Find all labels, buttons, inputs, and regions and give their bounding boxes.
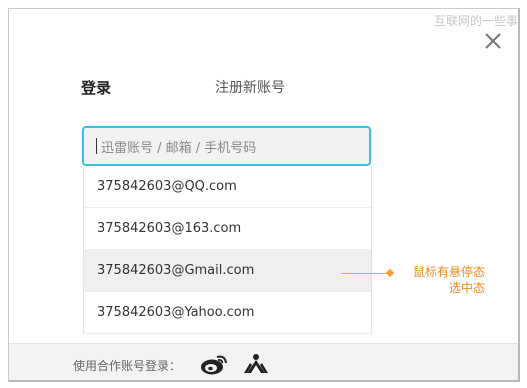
annotation-line1: 鼠标有悬停态 (412, 265, 485, 279)
login-dialog: 互联网的一些事 登录 注册新账号 迅雷账号 / 邮箱 / 手机号码 375842… (8, 8, 520, 382)
watermark: 互联网的一些事 (433, 14, 518, 28)
hover-annotation: 鼠标有悬停态 选中态 (401, 264, 485, 296)
annotation-line2: 选中态 (448, 281, 485, 295)
partner-login-footer: 使用合作账号登录： (9, 343, 518, 380)
renren-icon[interactable] (241, 353, 271, 375)
tab-login[interactable]: 登录 (81, 77, 111, 98)
account-suggestion-dropdown: 375842603@QQ.com 375842603@163.com 37584… (83, 166, 372, 334)
tab-register[interactable]: 注册新账号 (215, 77, 285, 97)
close-icon[interactable] (483, 31, 503, 51)
suggestion-item[interactable]: 375842603@163.com (84, 208, 371, 250)
text-caret (96, 138, 97, 154)
account-input[interactable]: 迅雷账号 / 邮箱 / 手机号码 (82, 126, 371, 166)
annotation-marker (385, 268, 395, 278)
suggestion-item-hovered[interactable]: 375842603@Gmail.com (84, 250, 371, 292)
suggestion-item[interactable]: 375842603@QQ.com (84, 166, 371, 208)
annotation-line (341, 273, 389, 274)
account-input-placeholder: 迅雷账号 / 邮箱 / 手机号码 (101, 140, 257, 156)
weibo-icon[interactable] (199, 352, 229, 376)
partner-login-label: 使用合作账号登录： (73, 359, 182, 373)
suggestion-item[interactable]: 375842603@Yahoo.com (84, 292, 371, 334)
